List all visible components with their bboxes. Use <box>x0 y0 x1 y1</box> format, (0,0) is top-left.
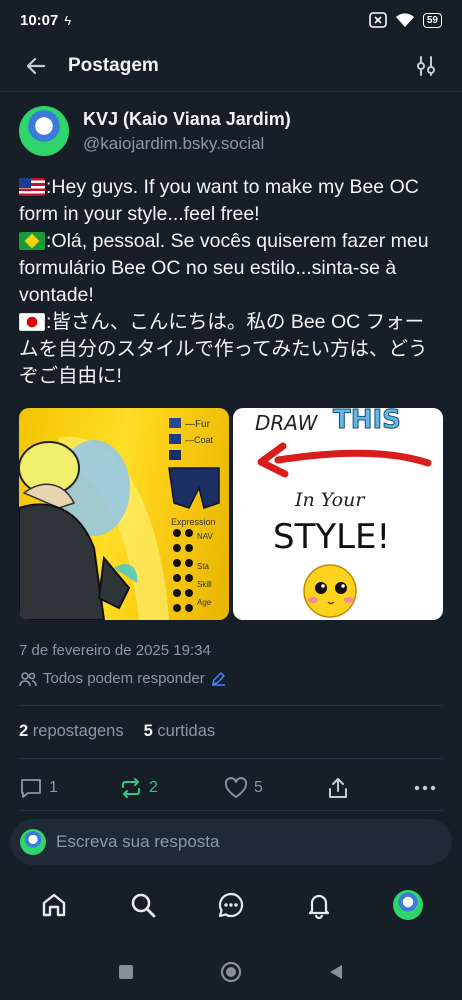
post-images: —Fur —Coat Expression NAV Sta Skill Age … <box>19 408 443 620</box>
post-text: :Hey guys. If you want to make my Bee OC… <box>19 174 443 390</box>
avatar <box>392 890 423 920</box>
back-button[interactable] <box>18 48 54 84</box>
divider <box>19 810 443 811</box>
nav-search[interactable] <box>121 883 165 927</box>
post-image-oc-form[interactable]: —Fur —Coat Expression NAV Sta Skill Age <box>19 408 229 620</box>
us-flag-icon <box>19 178 45 196</box>
system-navigation <box>0 944 462 1000</box>
divider <box>19 705 443 706</box>
wifi-icon <box>395 13 414 27</box>
likes-count: 5 <box>143 722 153 740</box>
ellipsis-icon <box>414 785 436 791</box>
bee-oc-form-illustration: —Fur —Coat Expression NAV Sta Skill Age <box>19 418 220 620</box>
comment-icon <box>21 779 41 798</box>
likes-stat[interactable]: 5 curtidas <box>144 722 216 741</box>
recent-apps-icon[interactable] <box>118 964 134 980</box>
post-timestamp: 7 de fevereiro de 2025 19:34 <box>19 642 211 659</box>
thread-settings-button[interactable] <box>408 48 444 84</box>
nav-chat[interactable] <box>209 883 253 927</box>
header: Postagem <box>0 40 462 92</box>
draw-this-illustration: DRAW THIS In Your STYLE! <box>255 408 432 618</box>
reply-button[interactable]: 1 <box>19 777 58 799</box>
post-text-pt: :Olá, pessoal. Se vocês quiserem fazer m… <box>19 228 443 309</box>
nav-notifications[interactable] <box>297 883 341 927</box>
author-info: KVJ (Kaio Viana Jardim) @kaiojardim.bsky… <box>83 109 291 154</box>
repost-count: 2 <box>149 779 158 796</box>
post-text-en-content: :Hey guys. If you want to make my Bee OC… <box>19 176 419 225</box>
share-icon <box>329 778 347 798</box>
bell-icon <box>309 894 330 919</box>
home-circle-icon[interactable] <box>220 961 242 983</box>
more-options-button[interactable] <box>413 777 437 799</box>
like-count: 5 <box>254 779 263 796</box>
post-stats: 2 repostagens 5 curtidas <box>19 722 215 741</box>
like-button[interactable]: 5 <box>224 777 263 799</box>
post-text-jp-content: :皆さん、こんにちは。私の Bee OC フォームを自分のスタイルで作ってみたい… <box>19 311 428 387</box>
avatar[interactable] <box>19 106 69 156</box>
nav-profile[interactable] <box>386 883 430 927</box>
status-bar: 10:07 ϟ 59 <box>0 0 462 40</box>
brazil-flag-icon <box>19 232 45 250</box>
heart-icon <box>224 777 248 798</box>
author-name[interactable]: KVJ (Kaio Viana Jardim) <box>83 109 291 130</box>
reposts-stat[interactable]: 2 repostagens <box>19 722 124 741</box>
edit-pencil-icon[interactable] <box>211 671 226 686</box>
draw-this-line4: STYLE! <box>273 517 390 557</box>
post-text-jp: :皆さん、こんにちは。私の Bee OC フォームを自分のスタイルで作ってみたい… <box>19 309 443 390</box>
avatar <box>20 829 46 855</box>
oc-form-label-age: Age <box>197 598 212 607</box>
people-icon <box>19 671 37 686</box>
battery-indicator: 59 <box>422 12 442 28</box>
flash-icon: ϟ <box>64 12 72 28</box>
oc-form-label-coat: —Coat <box>185 435 214 445</box>
post-text-en: :Hey guys. If you want to make my Bee OC… <box>19 174 443 228</box>
oc-form-label-fur: —Fur <box>185 419 211 430</box>
post-image-draw-this[interactable]: DRAW THIS In Your STYLE! <box>233 408 443 620</box>
nav-home[interactable] <box>32 883 76 927</box>
repost-icon <box>122 778 140 798</box>
post-actions: 1 2 5 <box>19 770 443 806</box>
bottom-nav <box>0 875 462 935</box>
oc-form-label-nav: NAV <box>197 532 214 541</box>
draw-this-line3: In Your <box>294 489 366 511</box>
japan-flag-icon <box>19 313 45 331</box>
repost-button[interactable]: 2 <box>119 777 158 799</box>
page-title: Postagem <box>68 54 159 76</box>
divider <box>19 758 443 759</box>
chat-icon <box>218 892 244 918</box>
home-icon <box>42 893 66 917</box>
reposts-count: 2 <box>19 722 29 740</box>
notification-muted-icon <box>369 12 387 28</box>
oc-form-label-sta: Sta <box>197 562 210 571</box>
reposts-label: repostagens <box>32 722 124 740</box>
sliders-icon <box>417 55 435 76</box>
draw-this-line1: DRAW <box>255 411 319 435</box>
share-button[interactable] <box>326 777 350 799</box>
post-text-pt-content: :Olá, pessoal. Se vocês quiserem fazer m… <box>19 230 429 306</box>
back-triangle-icon[interactable] <box>328 963 344 981</box>
reply-composer[interactable]: Escreva sua resposta <box>10 819 452 865</box>
arrow-left-icon <box>26 57 46 74</box>
oc-form-label-expression: Expression <box>171 517 216 527</box>
draw-this-line2: THIS <box>333 408 401 435</box>
status-icons: 59 <box>369 12 442 28</box>
reply-placeholder: Escreva sua resposta <box>56 832 220 851</box>
reply-setting-label: Todos podem responder <box>43 670 205 687</box>
reply-count: 1 <box>49 779 58 796</box>
post-author[interactable]: KVJ (Kaio Viana Jardim) @kaiojardim.bsky… <box>19 106 291 156</box>
search-icon <box>131 893 155 918</box>
likes-label: curtidas <box>157 722 216 740</box>
author-handle[interactable]: @kaiojardim.bsky.social <box>83 134 291 154</box>
oc-form-label-skill: Skill <box>197 580 212 589</box>
status-time: 10:07 <box>20 11 59 29</box>
reply-setting[interactable]: Todos podem responder <box>19 670 226 687</box>
